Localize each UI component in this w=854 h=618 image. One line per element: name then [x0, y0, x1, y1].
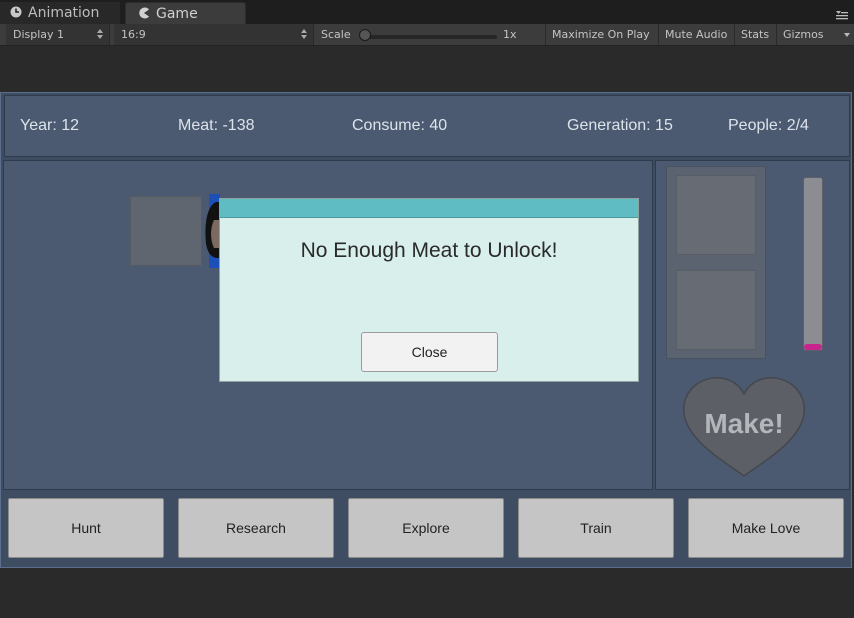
make-button[interactable]: Make! [680, 372, 808, 482]
stat-meat: Meat: -138 [178, 117, 255, 134]
crafting-slots [666, 166, 766, 359]
explore-button[interactable]: Explore [348, 498, 504, 558]
character-avatar[interactable] [204, 194, 220, 268]
tab-animation-label: Animation [28, 5, 100, 21]
maximize-on-play-toggle[interactable]: Maximize On Play [545, 24, 657, 45]
updown-arrows-icon [97, 29, 103, 39]
stat-year: Year: 12 [20, 117, 80, 134]
scale-slider-track[interactable] [362, 35, 497, 39]
tab-game[interactable]: Game [125, 2, 246, 24]
stat-people: People: 2/4 [728, 117, 809, 134]
editor-tab-bar: Animation Game [0, 0, 854, 24]
make-love-button[interactable]: Make Love [688, 498, 844, 558]
tab-animation[interactable]: Animation [0, 2, 120, 24]
tab-game-label: Game [156, 6, 198, 22]
make-button-label: Make! [704, 408, 784, 439]
gizmos-dropdown[interactable]: Gizmos [776, 24, 850, 45]
aspect-value: 16:9 [121, 28, 146, 41]
train-button[interactable]: Train [518, 498, 674, 558]
crafting-slot-1[interactable] [676, 175, 756, 255]
stats-bar: Year: 12 Meat: -138 Consume: 40 Generati… [4, 95, 850, 157]
display-dropdown[interactable]: Display 1 [6, 24, 110, 45]
dialog-header [220, 199, 638, 218]
alert-dialog: No Enough Meat to Unlock! Close [219, 198, 639, 382]
scale-slider-thumb[interactable] [359, 29, 371, 41]
chevron-down-icon [844, 33, 850, 37]
stat-generation: Generation: 15 [567, 117, 673, 134]
action-bar: Hunt Research Explore Train Make Love [3, 490, 851, 564]
progress-bar [803, 177, 823, 351]
close-button[interactable]: Close [361, 332, 498, 372]
research-button[interactable]: Research [178, 498, 334, 558]
stat-consume: Consume: 40 [352, 117, 448, 134]
gizmos-label: Gizmos [783, 28, 824, 41]
display-value: Display 1 [13, 28, 65, 41]
person-slot-empty[interactable] [130, 196, 202, 266]
crafting-slot-2[interactable] [676, 270, 756, 350]
updown-arrows-icon [301, 29, 307, 39]
pacman-icon [139, 7, 149, 19]
mute-audio-toggle[interactable]: Mute Audio [658, 24, 734, 45]
tab-menu-icon[interactable] [836, 10, 848, 20]
stats-toggle[interactable]: Stats [734, 24, 776, 45]
progress-fill [804, 344, 822, 350]
scale-label: Scale [321, 28, 351, 41]
clock-icon [10, 6, 22, 18]
hunt-button[interactable]: Hunt [8, 498, 164, 558]
dialog-message: No Enough Meat to Unlock! [300, 239, 558, 262]
aspect-dropdown[interactable]: 16:9 [114, 24, 314, 45]
scale-value: 1x [503, 28, 517, 41]
